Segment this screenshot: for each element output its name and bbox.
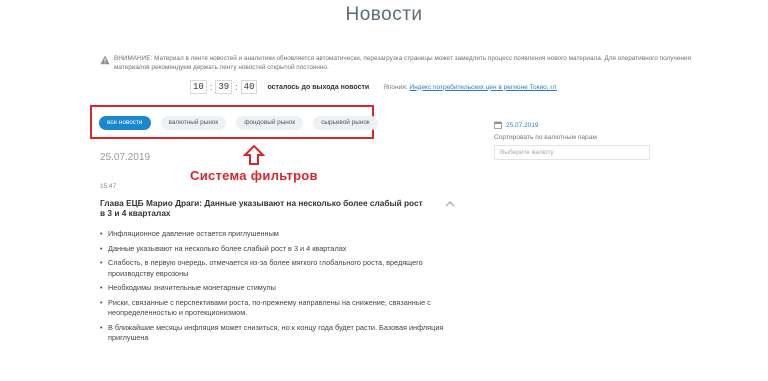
timer-separator: :	[209, 82, 213, 92]
filter-stock-market[interactable]: фондовый рынок	[236, 116, 304, 130]
notice-text: ВНИМАНИЕ: Материал в ленте новостей и ан…	[114, 55, 691, 71]
filter-currency-market[interactable]: валютный рынок	[160, 116, 227, 130]
news-headline[interactable]: Глава ЕЦБ Марио Драги: Данные указывают …	[100, 198, 430, 218]
list-item: Риски, связанные с перспективами роста, …	[100, 298, 460, 319]
sort-label: Сортировать по валютным парам	[494, 134, 597, 141]
date-picker-value: 25.07.2019	[506, 121, 539, 129]
timer-hours: 10	[190, 80, 207, 94]
currency-select[interactable]: Выберите валюту	[494, 145, 650, 160]
filter-all-news[interactable]: все новости	[99, 116, 151, 130]
news-bullets: Инфляционное давление остается приглушен…	[100, 229, 460, 348]
upcoming-country: Япония:	[383, 83, 408, 91]
chevron-up-icon[interactable]	[445, 200, 455, 207]
timer-label: осталось до выхода новости	[267, 83, 370, 91]
list-item: Слабость, в первую очередь, отмечается и…	[100, 258, 460, 279]
auto-update-notice: ВНИМАНИЕ: Материал в ленте новостей и ан…	[100, 54, 694, 72]
date-picker[interactable]: 25.07.2019	[494, 121, 539, 129]
feed-date: 25.07.2019	[100, 152, 151, 163]
filter-system-annotation: Система фильтров	[190, 168, 318, 183]
list-item: Инфляционное давление остается приглушен…	[100, 229, 460, 240]
timer-separator: :	[235, 82, 238, 92]
page-title: Новости	[345, 4, 423, 25]
upcoming-news: Япония: Индекс потребительских цен в рег…	[383, 84, 557, 91]
timer-seconds: 40	[240, 80, 258, 94]
list-item: В ближайшие месяцы инфляция может снизит…	[100, 323, 460, 344]
list-item: Необходимы значительные монетарные стиму…	[100, 283, 460, 294]
calendar-icon	[494, 121, 502, 129]
news-countdown: 10 : 39 : 40 осталось до выхода новости …	[190, 80, 557, 94]
arrow-up-icon	[243, 145, 265, 165]
upcoming-news-link[interactable]: Индекс потребительских цен в регионе Ток…	[409, 84, 557, 91]
list-item: Данные указывают на несколько более слаб…	[100, 244, 460, 255]
news-filters: все новости валютный рынок фондовый рыно…	[99, 116, 378, 130]
filter-commodity-market[interactable]: сырьевой рынок	[313, 116, 378, 130]
timer-minutes: 39	[215, 80, 233, 94]
news-time: 15:47	[100, 183, 117, 190]
warning-icon	[100, 55, 110, 65]
